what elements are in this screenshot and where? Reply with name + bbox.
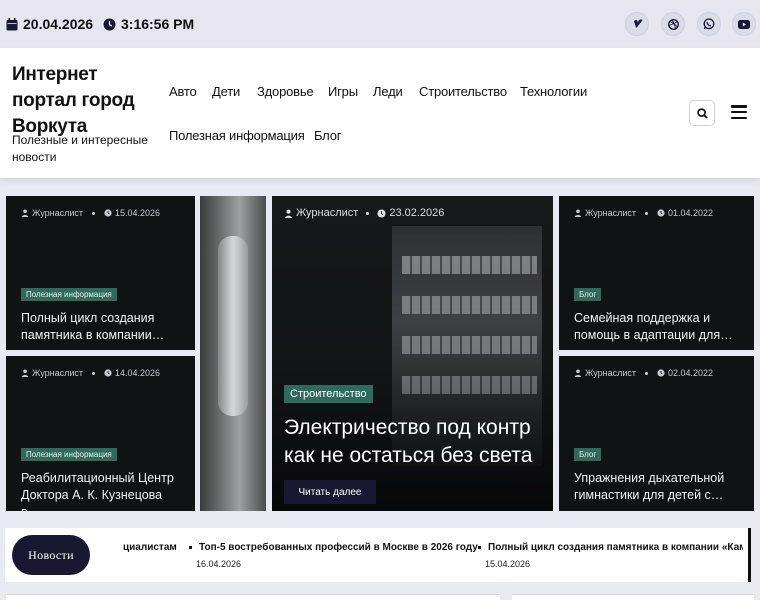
ticker-label: Новости	[12, 535, 90, 575]
clock-icon	[377, 208, 386, 218]
post-date: 02.04.2022	[668, 368, 714, 378]
post-author[interactable]: Журнаслист	[32, 208, 83, 218]
dribbble-icon[interactable]	[661, 12, 685, 36]
hamburger-menu-icon[interactable]	[731, 105, 747, 119]
category-badge[interactable]: Полезная информация	[21, 448, 117, 461]
post-meta: Журнаслист 01.04.2022	[574, 208, 713, 218]
category-badge[interactable]: Блог	[574, 288, 602, 301]
site-header: Интернет портал город Воркута Полезные и…	[0, 48, 760, 178]
post-date: 23.02.2026	[389, 207, 445, 219]
youtube-icon[interactable]	[732, 12, 756, 36]
post-card[interactable]: Журнаслист 01.04.2022 Блог Семейная подд…	[559, 196, 754, 350]
clock-icon	[104, 369, 112, 377]
clock-icon	[657, 209, 665, 217]
post-meta: Журнаслист 14.04.2026	[21, 368, 160, 378]
ticker-item[interactable]: Полный цикл создания памятника в компани…	[478, 542, 743, 569]
post-card[interactable]: Журнаслист 14.04.2026 Полезная информаци…	[6, 356, 195, 511]
post-title[interactable]: Семейная поддержка и помощь в адаптации …	[574, 310, 742, 344]
calendar-icon	[6, 17, 18, 30]
nav-item-lady[interactable]: Леди	[373, 84, 403, 99]
post-card[interactable]: Журнаслист 15.04.2026 Полезная информаци…	[6, 196, 195, 350]
user-icon	[574, 209, 582, 217]
post-date: 14.04.2026	[115, 368, 161, 378]
time-text: 3:16:56 PM	[121, 16, 195, 32]
vimeo-icon[interactable]	[625, 12, 649, 36]
ticker-item[interactable]: Топ-5 востребованных профессий в Москве …	[189, 542, 478, 569]
site-description: Полезные и интересные новости	[12, 133, 148, 164]
nav-item-kids[interactable]: Дети	[212, 84, 240, 99]
post-date: 01.04.2022	[668, 208, 714, 218]
user-icon	[574, 369, 582, 377]
whatsapp-icon[interactable]	[697, 12, 721, 36]
post-title-line-2: как не остаться без света	[284, 444, 533, 467]
ticker-item-title[interactable]: Топ-5 востребованных профессий в Москве …	[189, 542, 478, 553]
category-badge[interactable]: Строительство	[284, 385, 373, 403]
clock-icon	[104, 209, 112, 217]
nav-item-construction[interactable]: Строительство	[419, 84, 507, 99]
current-date: 20.04.2026	[6, 16, 93, 32]
ticker-item-date: 16.04.2026	[196, 559, 242, 569]
site-title[interactable]: Интернет портал город Воркута	[12, 62, 162, 140]
clock-icon	[657, 369, 665, 377]
ticker-item[interactable]: циалистам	[123, 542, 177, 553]
post-date: 15.04.2026	[115, 208, 161, 218]
post-meta: Журнаслист 23.02.2026	[284, 207, 444, 219]
post-meta: Журнаслист 15.04.2026	[21, 208, 160, 218]
post-title[interactable]: Реабилитационный Центр Доктора А. К. Куз…	[21, 470, 183, 511]
top-bar: 20.04.2026 3:16:56 PM	[0, 0, 760, 48]
read-more-button[interactable]: Читать далее	[284, 480, 376, 504]
post-author[interactable]: Журнаслист	[585, 208, 636, 218]
date-text: 20.04.2026	[23, 16, 94, 32]
post-title[interactable]: Упражнения дыхательной гимнастики для де…	[574, 470, 742, 504]
ticker-item-title[interactable]: Полный цикл создания памятника в компани…	[478, 542, 743, 553]
search-icon	[696, 107, 708, 119]
nav-item-auto[interactable]: Авто	[169, 84, 197, 99]
category-badge[interactable]: Полезная информация	[21, 288, 117, 301]
post-image[interactable]	[200, 196, 266, 511]
clock-icon	[103, 18, 116, 30]
nav-item-games[interactable]: Игры	[328, 84, 358, 99]
nav-item-health[interactable]: Здоровье	[257, 84, 314, 99]
nav-item-technology[interactable]: Технологии	[520, 84, 587, 99]
sidebar-panel	[512, 594, 754, 600]
post-title-line-1: Электричество под контр	[284, 416, 531, 439]
nav-item-blog[interactable]: Блог	[314, 128, 341, 143]
search-button[interactable]	[689, 100, 715, 126]
ticker-track: циалистам Топ-5 востребованных профессий…	[123, 528, 743, 582]
user-icon	[21, 209, 29, 217]
featured-post[interactable]: Журнаслист 23.02.2026 Строительство Элек…	[272, 196, 553, 511]
user-icon	[284, 209, 293, 218]
post-title[interactable]: Электричество под контр как не остаться …	[284, 414, 553, 470]
post-card[interactable]: Журнаслист 02.04.2022 Блог Упражнения ды…	[559, 356, 754, 511]
post-author[interactable]: Журнаслист	[32, 368, 83, 378]
news-ticker: Новости циалистам Топ-5 востребованных п…	[5, 528, 751, 582]
current-time: 3:16:56 PM	[103, 16, 194, 32]
post-meta: Журнаслист 02.04.2022	[574, 368, 713, 378]
ticker-item-title[interactable]: циалистам	[123, 542, 177, 553]
post-author[interactable]: Журнаслист	[296, 207, 358, 219]
nav-item-useful-info[interactable]: Полезная информация	[169, 128, 305, 143]
post-title[interactable]: Полный цикл создания памятника в компани…	[21, 310, 183, 344]
content-panel	[6, 594, 500, 600]
post-author[interactable]: Журнаслист	[585, 368, 636, 378]
user-icon	[21, 369, 29, 377]
category-badge[interactable]: Блог	[574, 448, 602, 461]
ticker-item-date: 15.04.2026	[485, 559, 531, 569]
